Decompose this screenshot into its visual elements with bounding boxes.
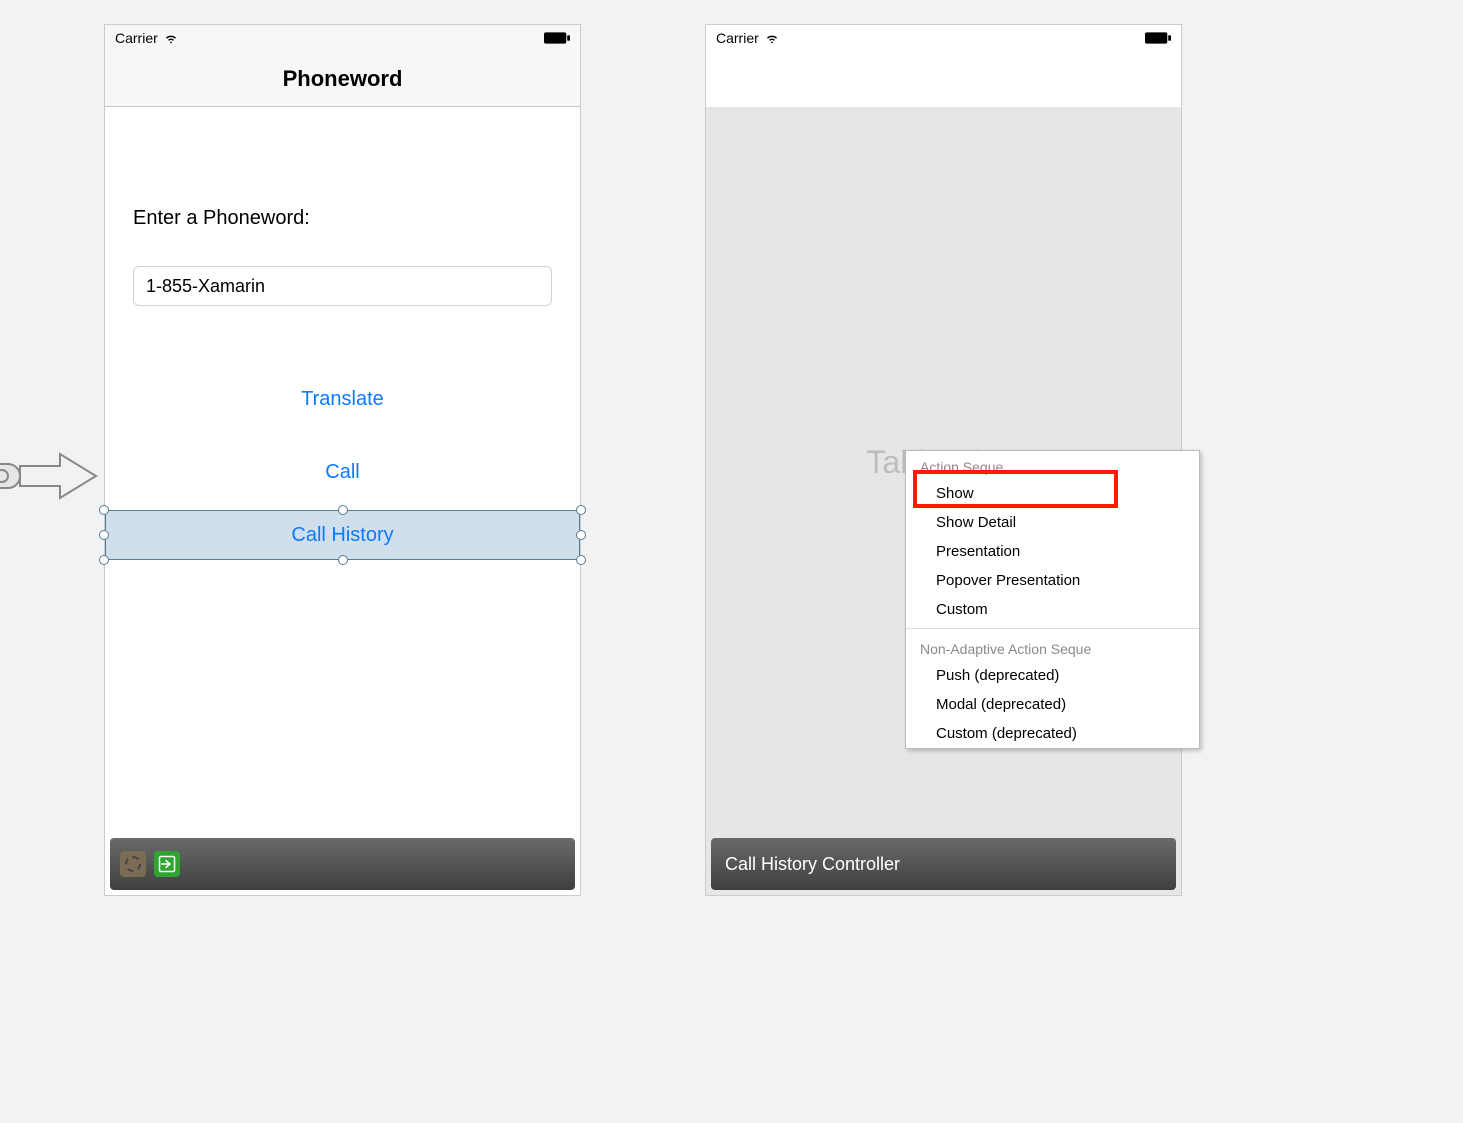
- phoneword-view-controller: Carrier Phoneword Enter a Phoneword: Tra…: [105, 25, 580, 895]
- segue-item-custom-deprecated[interactable]: Custom (deprecated): [906, 719, 1199, 748]
- dock-label: Call History Controller: [721, 854, 900, 875]
- content-area: Enter a Phoneword: Translate Call Call H…: [105, 107, 580, 843]
- segue-item-popover[interactable]: Popover Presentation: [906, 566, 1199, 595]
- phoneword-label: Enter a Phoneword:: [133, 207, 552, 230]
- segue-menu: Action Seque Show Show Detail Presentati…: [905, 450, 1200, 749]
- storyboard-entry-arrow: [0, 448, 100, 504]
- segue-header-nonadaptive: Non-Adaptive Action Seque: [906, 633, 1199, 661]
- resize-handle[interactable]: [576, 505, 586, 515]
- navigation-bar: Phoneword: [105, 51, 580, 107]
- status-bar: Carrier: [105, 25, 580, 51]
- battery-icon: [544, 32, 570, 44]
- carrier-text: Carrier: [115, 30, 158, 46]
- carrier-label: Carrier: [115, 30, 178, 46]
- resize-handle[interactable]: [99, 505, 109, 515]
- resize-handle[interactable]: [99, 530, 109, 540]
- wifi-icon: [164, 31, 178, 45]
- status-bar: Carrier: [706, 25, 1181, 51]
- call-button[interactable]: Call: [133, 461, 552, 484]
- segue-item-presentation[interactable]: Presentation: [906, 537, 1199, 566]
- page-title: Phoneword: [283, 66, 403, 92]
- wifi-icon: [765, 31, 779, 45]
- segue-item-show-detail[interactable]: Show Detail: [906, 508, 1199, 537]
- first-responder-icon[interactable]: [120, 851, 146, 877]
- resize-handle[interactable]: [338, 555, 348, 565]
- divider: [906, 628, 1199, 629]
- carrier-label: Carrier: [716, 30, 779, 46]
- carrier-text: Carrier: [716, 30, 759, 46]
- scene-dock: [110, 838, 575, 890]
- call-history-label: Call History: [291, 524, 393, 547]
- segue-item-show[interactable]: Show: [906, 479, 1199, 508]
- exit-icon[interactable]: [154, 851, 180, 877]
- resize-handle[interactable]: [576, 530, 586, 540]
- call-history-button[interactable]: Call History: [105, 510, 580, 560]
- scene-dock: Call History Controller: [711, 838, 1176, 890]
- translate-button[interactable]: Translate: [133, 388, 552, 411]
- segue-header-action: Action Seque: [906, 451, 1199, 479]
- call-history-button-selected[interactable]: Call History: [99, 510, 586, 560]
- segue-item-custom[interactable]: Custom: [906, 595, 1199, 624]
- battery-icon: [1145, 32, 1171, 44]
- segue-item-push[interactable]: Push (deprecated): [906, 661, 1199, 690]
- segue-item-modal[interactable]: Modal (deprecated): [906, 690, 1199, 719]
- resize-handle[interactable]: [338, 505, 348, 515]
- resize-handle[interactable]: [576, 555, 586, 565]
- phoneword-input[interactable]: [133, 266, 552, 306]
- navigation-bar-blank: [706, 51, 1181, 107]
- resize-handle[interactable]: [99, 555, 109, 565]
